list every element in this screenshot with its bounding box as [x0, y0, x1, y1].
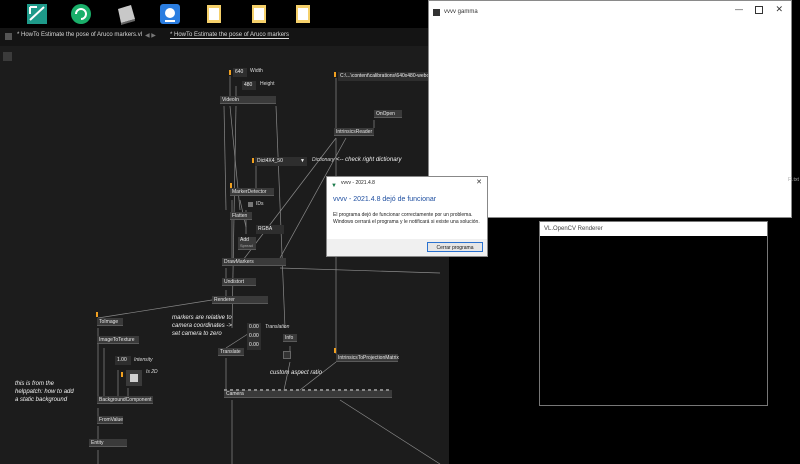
desktop-app-icon-3[interactable]: [159, 3, 181, 25]
close-icon[interactable]: ✕: [775, 4, 783, 15]
pin-marker: [334, 72, 336, 77]
pin-marker: [252, 158, 254, 163]
comment-markers-relative: markers are relative to camera coordinat…: [172, 315, 232, 337]
maximize-icon[interactable]: [755, 6, 763, 14]
dialog-title: vvvv - 2021.4.8: [341, 180, 375, 186]
rgba-color-input[interactable]: RGBA: [256, 225, 284, 234]
is2d-toggle[interactable]: [126, 370, 142, 386]
renderer-title[interactable]: VL.OpenCV Renderer: [540, 222, 767, 236]
pin-marker: [121, 372, 123, 377]
desktop-file-icon-1[interactable]: [204, 3, 226, 25]
checkbox-icon: [130, 374, 138, 382]
translation-x-input[interactable]: 0.00: [247, 323, 261, 332]
desktop-app-icon-2[interactable]: [70, 3, 92, 25]
desktop-file-icon-3[interactable]: [293, 3, 315, 25]
dialog-heading: vvvv - 2021.4.8 dejó de funcionar: [333, 196, 437, 203]
dialog-titlebar[interactable]: ▼ vvvv - 2021.4.8 ✕: [327, 177, 487, 189]
pin-marker: [334, 348, 336, 353]
node-onopen[interactable]: OnOpen: [374, 110, 402, 118]
crash-dialog[interactable]: ▼ vvvv - 2021.4.8 ✕ vvvv - 2021.4.8 dejó…: [326, 176, 488, 257]
node-info[interactable]: Info: [283, 334, 297, 342]
dialog-message: El programa dejó de funcionar correctame…: [333, 212, 480, 225]
intensity-label: Intensity: [134, 357, 153, 363]
ids-label: IDs: [256, 201, 264, 207]
node-videoin[interactable]: VideoIn: [220, 96, 276, 104]
node-intrinsics-to-projection[interactable]: IntrinsicsToProjectionMatrix: [336, 354, 399, 362]
node-camera[interactable]: Camera: [224, 390, 392, 398]
pin-marker: [229, 70, 231, 75]
intensity-input[interactable]: 1.00: [115, 356, 131, 365]
width-label: Width: [250, 68, 263, 74]
node-entity[interactable]: Entity: [89, 439, 127, 447]
node-renderer[interactable]: Renderer: [212, 296, 268, 304]
node-translate[interactable]: Translate: [218, 348, 244, 356]
translation-z-input[interactable]: 0.00: [247, 341, 261, 350]
comment-check-dictionary: <-- check right dictionary: [336, 157, 402, 163]
desktop-file-icon-2[interactable]: [249, 3, 271, 25]
window-title: vvvv gamma: [444, 9, 478, 15]
node-toimage[interactable]: ToImage: [97, 318, 123, 326]
node-undistort[interactable]: Undistort: [222, 278, 256, 286]
dictionary-label: Dictionary: [312, 157, 335, 163]
node-intrinsics-reader[interactable]: IntrinsicsReader: [334, 128, 374, 136]
chevron-down-icon[interactable]: ▼: [300, 157, 305, 166]
close-program-button[interactable]: Cerrar programa: [427, 242, 483, 252]
dictionary-value: Dict4X4_50: [257, 158, 283, 164]
info-output-io[interactable]: [283, 351, 291, 359]
width-input[interactable]: 640: [233, 68, 247, 77]
desktop-drive-icon[interactable]: [115, 3, 137, 25]
height-label: Height: [260, 81, 275, 87]
node-fromvalue[interactable]: FromValue: [97, 416, 123, 424]
desktop-app-icon-1[interactable]: [26, 3, 48, 25]
minimize-icon[interactable]: —: [735, 5, 743, 14]
pin-marker: [96, 312, 98, 317]
translation-y-input[interactable]: 0.00: [247, 332, 261, 341]
node-drawmarkers[interactable]: DrawMarkers: [222, 258, 286, 266]
background-window-text: Fl.txt: [788, 177, 799, 183]
node-image-to-texture[interactable]: ImageToTexture: [97, 336, 139, 344]
window-titlebar[interactable]: vvvv gamma — ✕: [429, 1, 791, 23]
node-flatten[interactable]: Flatten: [230, 212, 252, 220]
node-background-component[interactable]: BackgroundComponent: [97, 396, 153, 404]
node-add[interactable]: Add Spread: [238, 237, 256, 250]
close-icon[interactable]: ✕: [476, 177, 482, 189]
dictionary-enum[interactable]: Dict4X4_50 ▼: [255, 157, 307, 166]
ids-io[interactable]: [248, 202, 253, 207]
dialog-footer: Cerrar programa: [327, 239, 487, 256]
vvvv-logo-icon: ▼: [331, 183, 337, 189]
comment-aspect-ratio: custom aspect ratio: [270, 370, 323, 376]
comment-helppatch: this is from the helppatch: how to add a…: [15, 381, 74, 403]
add-sublabel: Spread: [240, 243, 253, 248]
translation-label: Translation: [265, 324, 290, 330]
opencv-renderer-window[interactable]: VL.OpenCV Renderer: [539, 221, 768, 406]
is2d-label: Is 2D: [146, 369, 158, 375]
height-input[interactable]: 480: [242, 81, 256, 90]
camera-input-pins: [224, 389, 392, 391]
calibration-path-input[interactable]: C:\...\content\calibrations\640x480-webc…: [338, 72, 432, 81]
vvvv-app-icon: [433, 9, 440, 16]
node-marker-detector[interactable]: MarkerDetector: [230, 188, 274, 196]
